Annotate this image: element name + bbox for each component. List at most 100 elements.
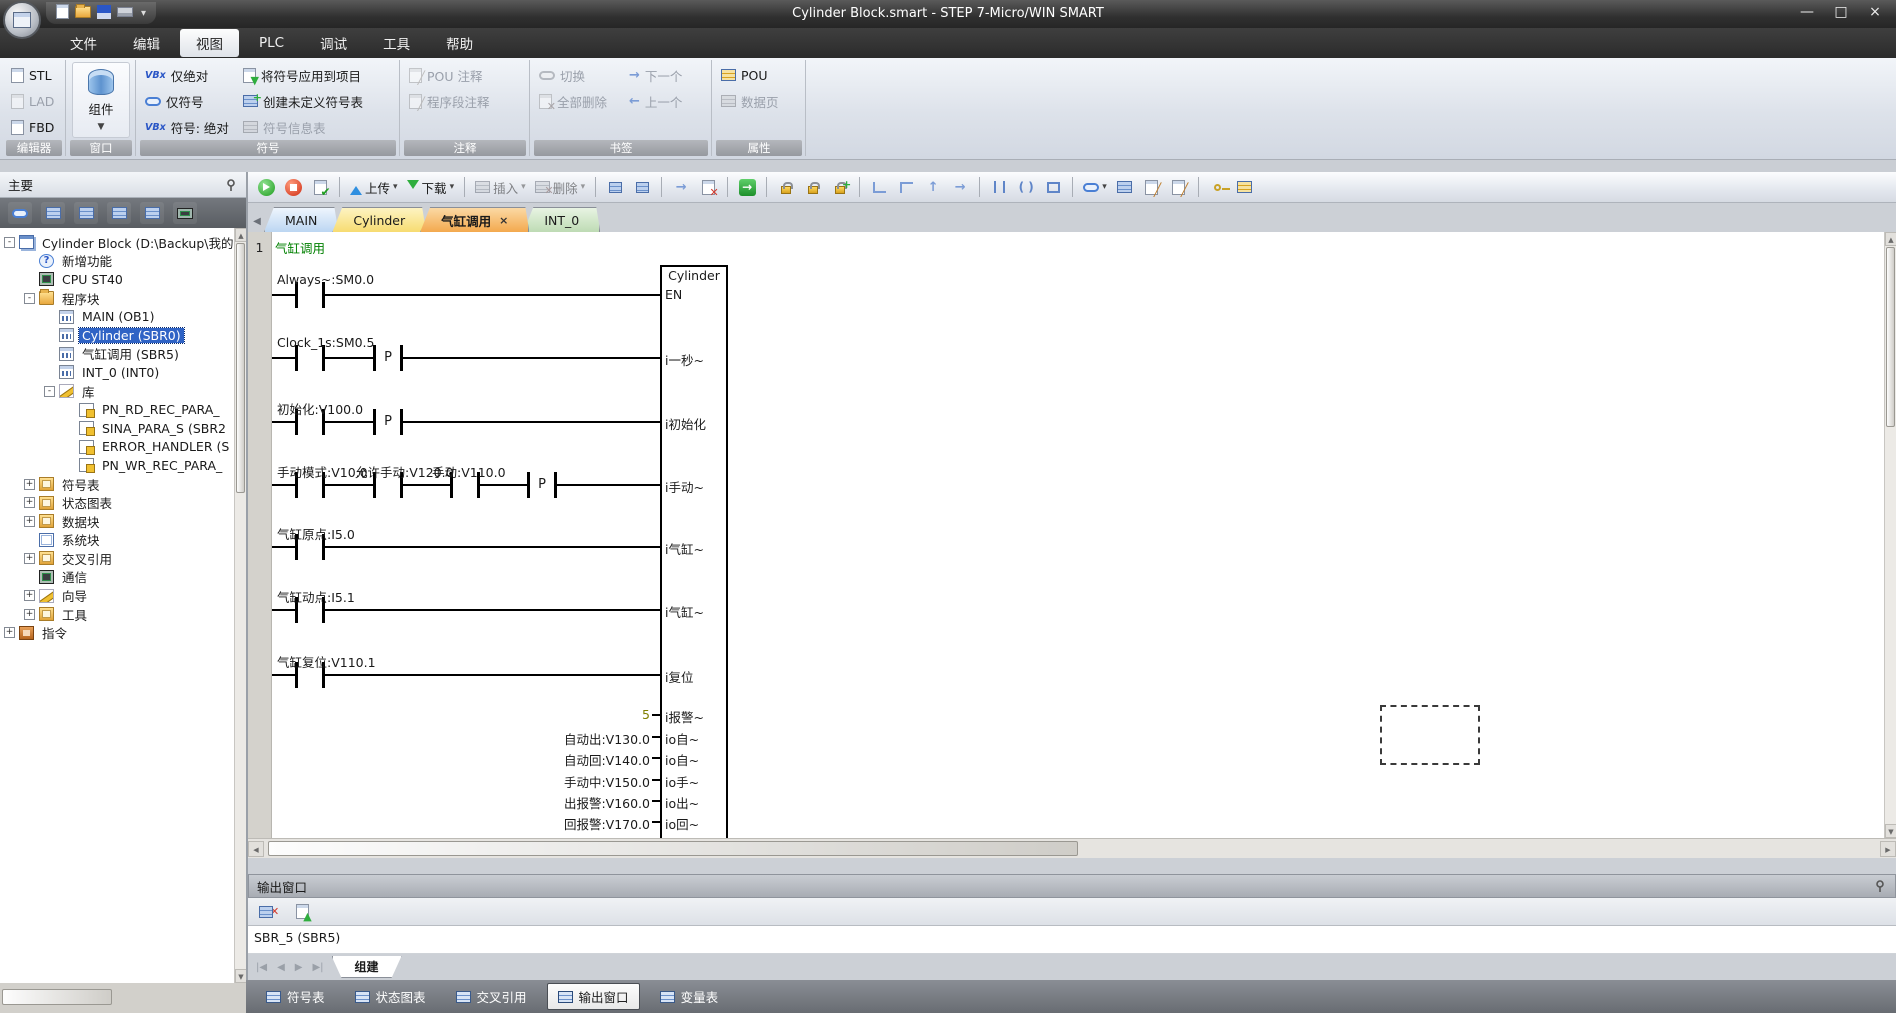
scroll-right-button[interactable]: ▶: [1880, 841, 1896, 857]
tree-item[interactable]: 系统块: [0, 531, 234, 550]
pin-icon[interactable]: [224, 178, 238, 192]
pou-comment-button[interactable]: ╱: [1140, 175, 1164, 199]
status-grid-button[interactable]: [41, 202, 65, 224]
tree-hscroll-thumb[interactable]: [2, 989, 112, 1005]
next-page-button[interactable]: ▶: [293, 962, 305, 973]
pin-icon[interactable]: [1873, 879, 1887, 893]
tree-item[interactable]: 气缸调用 (SBR5): [0, 345, 234, 364]
chevron-down-icon[interactable]: ▾: [521, 182, 526, 192]
ribbon-button[interactable]: FBD: [6, 115, 59, 139]
menu-PLC[interactable]: PLC: [243, 31, 300, 55]
lock-button[interactable]: [774, 175, 798, 199]
tree-item[interactable]: +状态图表: [0, 493, 234, 512]
tree-item[interactable]: +向导: [0, 586, 234, 605]
close-button[interactable]: ×: [1858, 0, 1892, 24]
collapse-icon[interactable]: -: [4, 237, 15, 248]
ribbon-button[interactable]: VBx仅绝对: [140, 63, 213, 87]
chevron-down-icon[interactable]: ▾: [1102, 182, 1107, 192]
operand-label[interactable]: 气缸原点:I5.0: [277, 524, 355, 543]
box-button[interactable]: [1041, 175, 1065, 199]
scroll-down-button[interactable]: ▼: [1885, 824, 1896, 838]
constant-operand[interactable]: 5: [400, 707, 650, 722]
operand-label[interactable]: 手动:V110.0: [432, 462, 506, 481]
menu-调试[interactable]: 调试: [304, 29, 363, 57]
new-file-button[interactable]: [56, 4, 69, 22]
customize-quick-access-icon[interactable]: ▾: [141, 8, 146, 19]
tree-item[interactable]: MAIN (OB1): [0, 307, 234, 326]
chart-table-button[interactable]: [140, 202, 164, 224]
data-table-button[interactable]: [74, 202, 98, 224]
lock-add-button[interactable]: +: [828, 175, 852, 199]
operand-label[interactable]: 自动出:V130.0: [400, 729, 650, 748]
expand-icon[interactable]: +: [24, 553, 35, 564]
tree-vertical-scrollbar[interactable]: ▲ ▼: [234, 228, 246, 983]
editor-vertical-scrollbar[interactable]: ▲ ▼: [1884, 232, 1896, 838]
expand-icon[interactable]: +: [24, 609, 35, 620]
tree-item[interactable]: +指令: [0, 623, 234, 642]
unlock-button[interactable]: [801, 175, 825, 199]
build-tab[interactable]: 组建: [332, 956, 402, 978]
collapse-icon[interactable]: -: [24, 293, 35, 304]
tree-item[interactable]: -库: [0, 382, 234, 401]
branch-down-button[interactable]: [867, 175, 891, 199]
ribbon-button[interactable]: POU: [716, 63, 773, 87]
editor-scroll-thumb[interactable]: [1886, 247, 1895, 427]
export-output-icon[interactable]: ▲: [290, 900, 314, 924]
panel-button-符号表[interactable]: 符号表: [256, 984, 335, 1009]
expand-icon[interactable]: +: [4, 627, 15, 638]
address-table-button[interactable]: [1113, 175, 1137, 199]
line-up-button[interactable]: ↑: [921, 175, 945, 199]
tree-item[interactable]: SINA_PARA_S (SBR2: [0, 419, 234, 438]
tree-item[interactable]: 通信: [0, 568, 234, 587]
ribbon-button[interactable]: ▼将符号应用到项目: [238, 63, 366, 87]
tree-item[interactable]: +交叉引用: [0, 549, 234, 568]
forward-button[interactable]: →: [669, 175, 693, 199]
menu-文件[interactable]: 文件: [54, 29, 113, 57]
compile-button[interactable]: ✔: [308, 175, 332, 199]
toggle-addressing-button[interactable]: ▾: [1080, 175, 1110, 199]
ribbon-button[interactable]: 仅符号: [140, 89, 209, 113]
chevron-down-icon[interactable]: ▾: [450, 182, 455, 192]
operand-label[interactable]: 手动中:V150.0: [400, 772, 650, 791]
previous-page-button[interactable]: ◀: [275, 962, 287, 973]
collapse-icon[interactable]: -: [44, 386, 55, 397]
tree-item[interactable]: +数据块: [0, 512, 234, 531]
select-next-button[interactable]: [630, 175, 654, 199]
ribbon-button[interactable]: VBx符号: 绝对: [140, 115, 234, 139]
tree-item[interactable]: ERROR_HANDLER (S: [0, 438, 234, 457]
symbol-info-button[interactable]: [107, 202, 131, 224]
symbol-tag-button[interactable]: [8, 202, 32, 224]
expand-icon[interactable]: +: [24, 590, 35, 601]
first-page-button[interactable]: |◀: [254, 962, 269, 973]
expand-icon[interactable]: +: [24, 516, 35, 527]
tree-item[interactable]: -Cylinder Block (D:\Backup\我的文: [0, 233, 234, 252]
tree-item[interactable]: Cylinder (SBR0): [0, 326, 234, 345]
communication-button[interactable]: [173, 202, 197, 224]
clear-output-icon[interactable]: ✕: [256, 900, 282, 924]
panel-button-交叉引用[interactable]: 交叉引用: [446, 984, 537, 1009]
operand-label[interactable]: 回报警:V170.0: [400, 814, 650, 833]
menu-视图[interactable]: 视图: [180, 29, 239, 57]
panel-button-变量表[interactable]: 变量表: [650, 984, 729, 1009]
network-comment-button[interactable]: ╱: [1167, 175, 1191, 199]
expand-icon[interactable]: +: [24, 497, 35, 508]
ladder-editor[interactable]: 1 气缸调用 Cylinder Always~:SM0.0ENPClock_1s…: [248, 232, 1884, 838]
positive-edge-contact[interactable]: P: [373, 409, 403, 435]
tree-item[interactable]: INT_0 (INT0): [0, 363, 234, 382]
operand-label[interactable]: 出报警:V160.0: [400, 793, 650, 812]
maximize-button[interactable]: □: [1824, 0, 1858, 24]
print-button[interactable]: [117, 6, 133, 20]
operand-label[interactable]: 气缸动点:I5.1: [277, 587, 355, 606]
expand-icon[interactable]: +: [24, 479, 35, 490]
upload-button[interactable]: 上传▾: [347, 175, 401, 199]
positive-edge-contact[interactable]: P: [527, 472, 557, 498]
program-status-button[interactable]: →: [735, 175, 759, 199]
tab-Cylinder[interactable]: Cylinder: [332, 207, 426, 232]
component-button[interactable]: 组件▼: [72, 62, 130, 138]
tab-MAIN[interactable]: MAIN: [264, 207, 338, 232]
network-title[interactable]: 气缸调用: [275, 238, 325, 257]
horizontal-splitter[interactable]: [248, 858, 1896, 874]
tree-item[interactable]: PN_RD_REC_PARA_: [0, 400, 234, 419]
key-button[interactable]: [1206, 175, 1230, 199]
tree-scroll-thumb[interactable]: [236, 243, 245, 493]
